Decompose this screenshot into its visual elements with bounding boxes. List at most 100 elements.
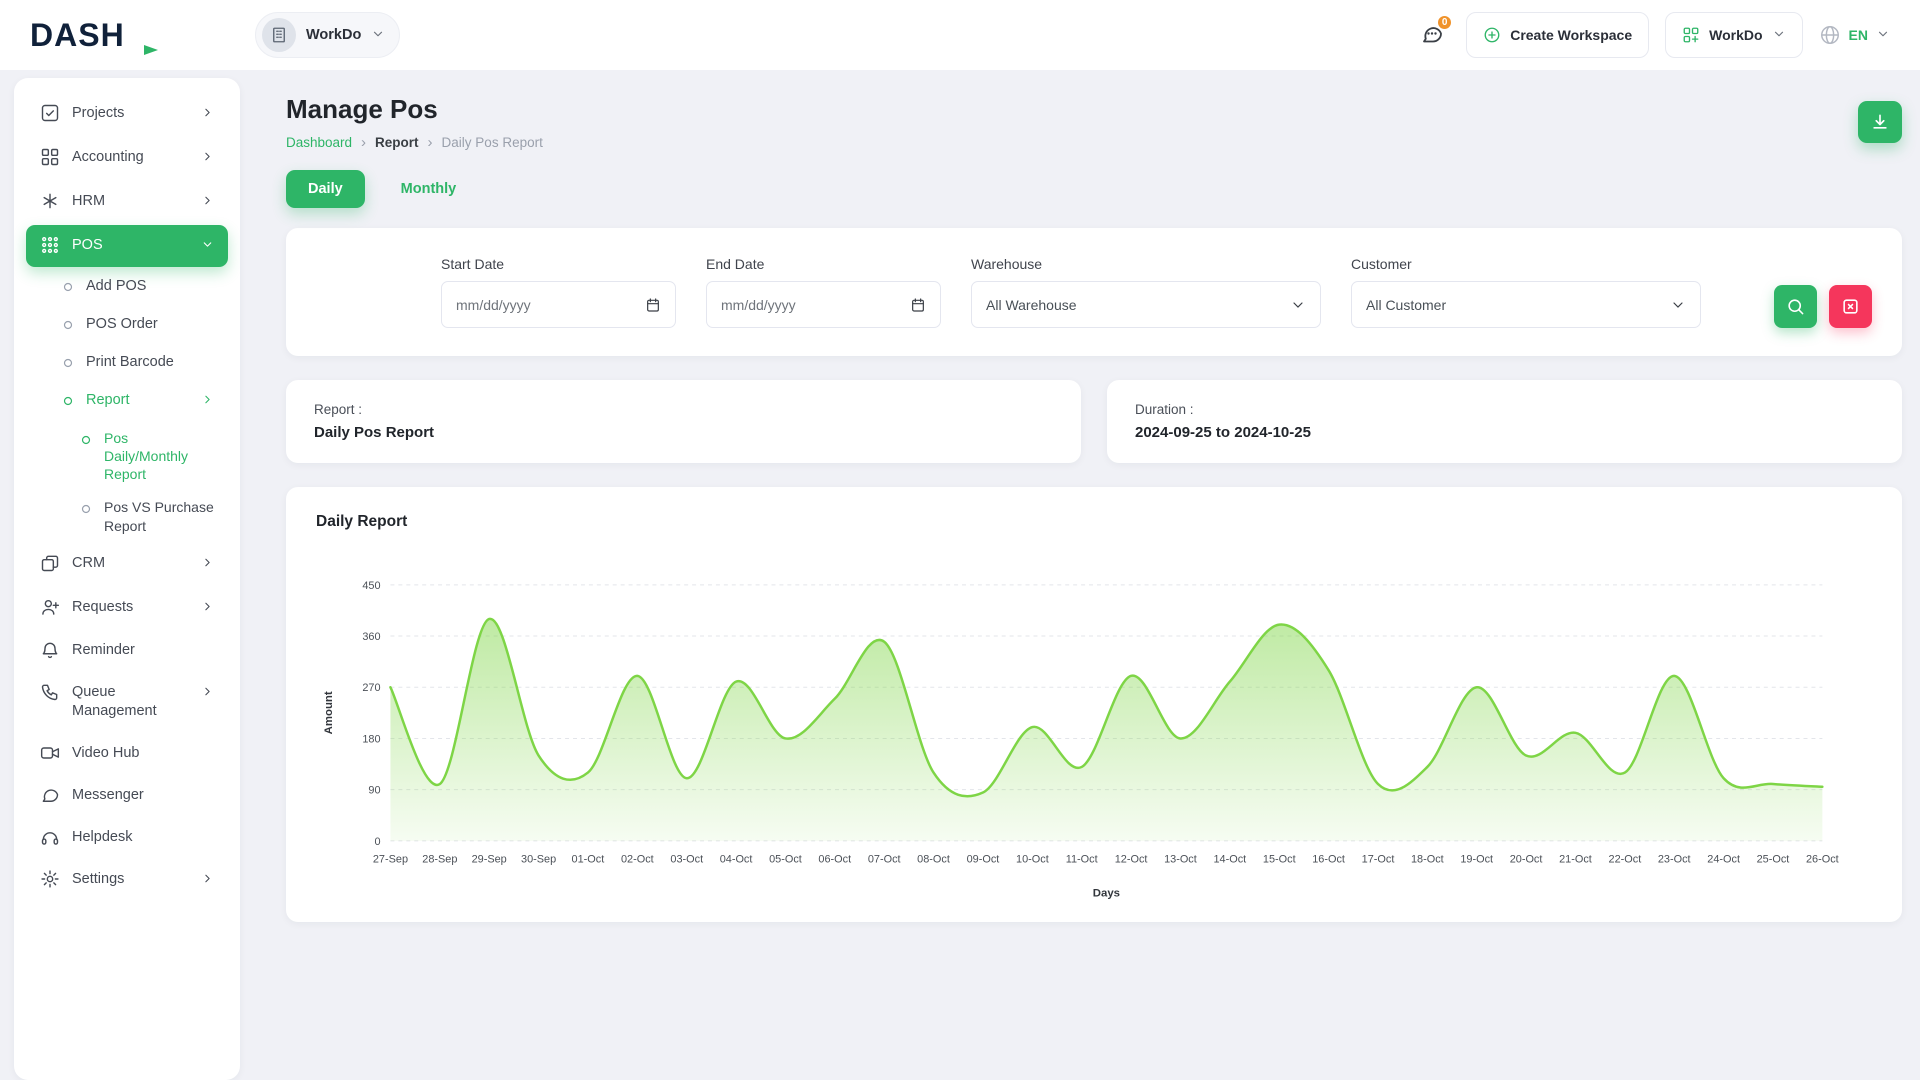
svg-text:19-Oct: 19-Oct xyxy=(1460,854,1493,866)
customer-select[interactable]: All Customer xyxy=(1351,281,1701,328)
sidebar-item-label: POS Order xyxy=(86,315,214,334)
sidebar-item-reminder[interactable]: Reminder xyxy=(26,630,228,671)
sidebar-item-accounting[interactable]: Accounting xyxy=(26,137,228,180)
sidebar-item-projects[interactable]: Projects xyxy=(26,93,228,136)
svg-text:12-Oct: 12-Oct xyxy=(1115,854,1148,866)
svg-text:02-Oct: 02-Oct xyxy=(621,854,654,866)
sidebar-item-pos-vs-purchase-report[interactable]: Pos VS Purchase Report xyxy=(26,491,228,541)
breadcrumb-item-report[interactable]: Report xyxy=(375,135,419,150)
download-button[interactable] xyxy=(1858,101,1902,143)
sidebar-item-label: Reminder xyxy=(72,641,214,660)
svg-text:14-Oct: 14-Oct xyxy=(1213,854,1246,866)
messages-badge: 0 xyxy=(1436,14,1453,31)
svg-text:Amount: Amount xyxy=(323,691,335,734)
globe-icon xyxy=(1819,24,1841,46)
chart-wrap: 09018027036045027-Sep28-Sep29-Sep30-Sep0… xyxy=(316,565,1872,902)
sidebar-item-hrm[interactable]: HRM xyxy=(26,181,228,224)
chat-icon xyxy=(40,785,60,805)
sidebar-item-report[interactable]: Report xyxy=(26,382,228,421)
end-date-label: End Date xyxy=(706,256,941,272)
sidebar-item-add-pos[interactable]: Add POS xyxy=(26,268,228,305)
tab-daily[interactable]: Daily xyxy=(286,170,365,208)
svg-text:05-Oct: 05-Oct xyxy=(769,854,802,866)
layers-icon xyxy=(40,553,60,573)
start-date-label: Start Date xyxy=(441,256,676,272)
sidebar-item-label: HRM xyxy=(72,192,189,211)
chevron-right-icon xyxy=(201,872,214,891)
brand-logo[interactable]: DASH xyxy=(30,17,255,54)
end-date-input[interactable] xyxy=(706,281,941,328)
sidebar-item-messenger[interactable]: Messenger xyxy=(26,775,228,816)
tab-monthly[interactable]: Monthly xyxy=(379,170,479,208)
svg-text:Days: Days xyxy=(1093,887,1120,899)
report-tabs: Daily Monthly xyxy=(286,170,1902,208)
workspace-name: WorkDo xyxy=(306,27,361,43)
sidebar-item-pos[interactable]: POS xyxy=(26,225,228,268)
reset-button[interactable] xyxy=(1829,285,1872,328)
start-date-input[interactable] xyxy=(441,281,676,328)
sidebar-item-pos-daily-monthly-report[interactable]: Pos Daily/Monthly Report xyxy=(26,422,228,491)
workspace-grid-icon xyxy=(1682,26,1700,44)
duration-summary-card: Duration : 2024-09-25 to 2024-10-25 xyxy=(1107,380,1902,463)
sidebar-item-pos-order[interactable]: POS Order xyxy=(26,306,228,343)
breadcrumb-item-dashboard[interactable]: Dashboard xyxy=(286,135,352,150)
gear-icon xyxy=(40,869,60,889)
breadcrumb-separator: › xyxy=(361,135,366,150)
chevron-right-icon xyxy=(201,393,214,412)
svg-text:01-Oct: 01-Oct xyxy=(572,854,605,866)
sidebar-item-helpdesk[interactable]: Helpdesk xyxy=(26,817,228,858)
svg-text:24-Oct: 24-Oct xyxy=(1707,854,1740,866)
sidebar-item-settings[interactable]: Settings xyxy=(26,859,228,902)
sidebar: Projects Accounting HRM POSAdd POS POS Order… xyxy=(14,78,240,1080)
page-head: Manage Pos Dashboard›Report›Daily Pos Re… xyxy=(286,94,1902,150)
sidebar-item-requests[interactable]: Requests xyxy=(26,587,228,630)
search-icon xyxy=(1786,297,1805,316)
grid-icon xyxy=(40,147,60,167)
plus-circle-icon xyxy=(1483,26,1501,44)
chevron-right-icon xyxy=(201,106,214,125)
sidebar-item-label: Queue Management xyxy=(72,683,189,721)
circle-icon xyxy=(62,280,74,292)
create-workspace-button[interactable]: Create Workspace xyxy=(1466,12,1649,58)
report-summary-label: Report : xyxy=(314,402,1053,417)
svg-text:30-Sep: 30-Sep xyxy=(521,854,556,866)
svg-text:15-Oct: 15-Oct xyxy=(1263,854,1296,866)
chart-title: Daily Report xyxy=(316,513,1872,531)
sidebar-item-label: Projects xyxy=(72,104,189,123)
sidebar-item-label: Video Hub xyxy=(72,744,214,763)
start-date-text-input[interactable] xyxy=(456,297,645,313)
chevron-down-icon xyxy=(371,27,385,44)
chevron-down-icon xyxy=(1772,27,1786,44)
warehouse-select[interactable]: All Warehouse xyxy=(971,281,1321,328)
warehouse-label: Warehouse xyxy=(971,256,1321,272)
customer-select-value: All Customer xyxy=(1366,297,1446,313)
customer-field: Customer All Customer xyxy=(1351,256,1701,328)
svg-text:08-Oct: 08-Oct xyxy=(917,854,950,866)
svg-text:23-Oct: 23-Oct xyxy=(1658,854,1691,866)
filter-actions xyxy=(1774,285,1872,328)
search-button[interactable] xyxy=(1774,285,1817,328)
page-title: Manage Pos xyxy=(286,94,543,125)
phone-icon xyxy=(40,682,60,702)
language-selector[interactable]: EN xyxy=(1819,24,1890,46)
circle-icon xyxy=(62,394,74,406)
svg-text:03-Oct: 03-Oct xyxy=(670,854,703,866)
user-menu-button[interactable]: WorkDo xyxy=(1665,12,1802,58)
sidebar-item-print-barcode[interactable]: Print Barcode xyxy=(26,344,228,381)
filter-card: Start Date End Date Warehouse All Wareho… xyxy=(286,228,1902,356)
sidebar-item-video-hub[interactable]: Video Hub xyxy=(26,733,228,774)
svg-text:11-Oct: 11-Oct xyxy=(1066,854,1098,866)
end-date-text-input[interactable] xyxy=(721,297,910,313)
svg-text:28-Sep: 28-Sep xyxy=(422,854,457,866)
workspace-selector[interactable]: WorkDo xyxy=(255,12,400,58)
breadcrumb-item-daily-pos-report: Daily Pos Report xyxy=(442,135,543,150)
sidebar-item-crm[interactable]: CRM xyxy=(26,543,228,586)
circle-icon xyxy=(62,318,74,330)
video-icon xyxy=(40,743,60,763)
sidebar-item-queue-management[interactable]: Queue Management xyxy=(26,672,228,732)
sidebar-item-label: Messenger xyxy=(72,786,214,805)
customer-label: Customer xyxy=(1351,256,1701,272)
chevron-right-icon xyxy=(201,600,214,619)
calendar-icon xyxy=(645,297,661,313)
messages-button[interactable]: 0 xyxy=(1414,16,1450,55)
